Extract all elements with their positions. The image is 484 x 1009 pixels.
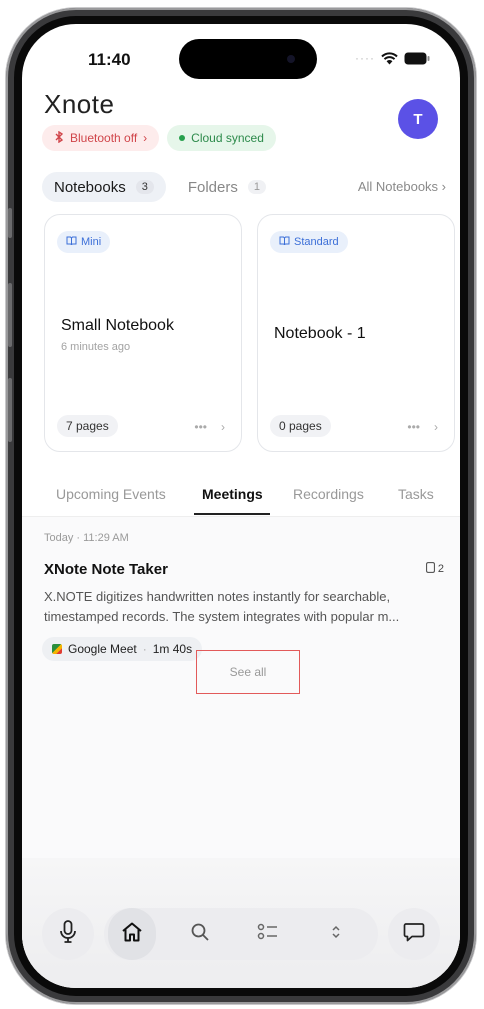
avatar-initial: T (413, 110, 423, 128)
volume-up-button (8, 283, 12, 347)
meeting-date: Today · 11:29 AM (44, 532, 129, 544)
meeting-title[interactable]: XNote Note Taker (44, 561, 168, 578)
status-pills: Bluetooth off › Cloud synced (42, 125, 276, 151)
microphone-button[interactable] (42, 908, 94, 960)
tab-notebooks-label: Notebooks (54, 178, 126, 196)
tab-tasks[interactable]: Tasks (398, 486, 434, 502)
meeting-platform-chip: Google Meet · 1m 40s (42, 637, 203, 661)
notebook-name: Notebook - 1 (274, 325, 366, 342)
notebook-card[interactable]: Standard Notebook - 1 0 pages ••• › (257, 214, 455, 452)
status-time: 11:40 (88, 50, 131, 69)
nav-home[interactable] (108, 908, 156, 960)
meeting-description: X.NOTE digitizes handwritten notes insta… (44, 589, 400, 624)
more-icon[interactable]: ••• (194, 420, 207, 434)
google-meet-icon (52, 644, 62, 654)
sync-dot-icon (179, 135, 186, 141)
notebook-size-label: Standard (294, 236, 339, 248)
tasks-icon (257, 922, 279, 947)
chevron-right-icon: › (143, 131, 148, 145)
folders-count-badge: 1 (247, 180, 266, 194)
chat-button[interactable] (388, 908, 440, 960)
status-icons: ···· (355, 51, 430, 65)
meeting-duration: 1m 40s (152, 642, 193, 656)
logo-x: X (44, 89, 62, 119)
meeting-notes-badge: 2 (425, 562, 444, 576)
nav-tasks[interactable] (244, 908, 292, 960)
search-icon (190, 922, 210, 947)
notebook-tabs: Notebooks 3 Folders 1 (42, 172, 278, 202)
dynamic-island (179, 39, 317, 79)
notebook-size-tag: Standard (270, 231, 348, 253)
bluetooth-off-icon (54, 130, 64, 146)
action-button (8, 208, 12, 238)
logo-text: note (61, 89, 115, 119)
bluetooth-status-label: Bluetooth off (70, 131, 138, 145)
volume-down-button (8, 378, 12, 442)
document-icon (425, 562, 435, 576)
battery-icon (404, 52, 430, 65)
see-all-label: See all (229, 665, 267, 679)
card-actions: ••• › (194, 420, 225, 434)
card-actions: ••• › (407, 420, 438, 434)
notebook-updated-time: 6 minutes ago (61, 341, 131, 353)
all-notebooks-link[interactable]: All Notebooks › (358, 179, 446, 194)
section-tabs: Upcoming Events Meetings Recordings Task… (22, 486, 460, 517)
tab-notebooks[interactable]: Notebooks 3 (42, 172, 166, 202)
app-screen: 11:40 ···· Xnote T Bluetooth off › Cloud… (22, 24, 460, 988)
chat-icon (403, 922, 425, 947)
nav-search[interactable] (176, 908, 224, 960)
expand-icon (331, 925, 341, 944)
tab-recordings[interactable]: Recordings (293, 486, 364, 502)
cloud-status-label: Cloud synced (191, 131, 264, 145)
bluetooth-status-pill[interactable]: Bluetooth off › (42, 125, 160, 151)
wifi-icon (381, 51, 398, 65)
page-count-chip: 0 pages (270, 415, 331, 437)
tab-meetings[interactable]: Meetings (202, 486, 263, 502)
book-icon (66, 236, 77, 248)
notebook-size-tag: Mini (57, 231, 111, 253)
notebook-card[interactable]: Mini Small Notebook 6 minutes ago 7 page… (44, 214, 242, 452)
chevron-right-icon[interactable]: › (434, 420, 438, 434)
more-icon[interactable]: ••• (407, 420, 420, 434)
tab-folders-label: Folders (187, 178, 238, 196)
tab-upcoming-events[interactable]: Upcoming Events (56, 486, 166, 502)
avatar[interactable]: T (398, 99, 438, 139)
notebooks-count-badge: 3 (135, 180, 154, 194)
bottom-nav-bar (104, 908, 378, 960)
notebook-name: Small Notebook (61, 317, 174, 334)
notebook-size-label: Mini (81, 236, 102, 248)
signal-icon: ···· (355, 51, 375, 65)
chevron-right-icon[interactable]: › (221, 420, 225, 434)
tab-folders[interactable]: Folders 1 (176, 172, 278, 202)
meeting-platform: Google Meet (68, 642, 137, 656)
page-count-chip: 7 pages (57, 415, 118, 437)
see-all-button[interactable]: See all (196, 650, 300, 694)
book-icon (279, 236, 290, 248)
cloud-status-pill[interactable]: Cloud synced (167, 125, 276, 151)
meeting-notes-count: 2 (437, 563, 444, 575)
home-icon (121, 922, 143, 947)
active-tab-indicator (194, 513, 270, 515)
microphone-icon (59, 919, 77, 949)
separator: · (142, 642, 147, 656)
nav-expand[interactable] (312, 908, 360, 960)
app-logo: Xnote (44, 89, 114, 120)
